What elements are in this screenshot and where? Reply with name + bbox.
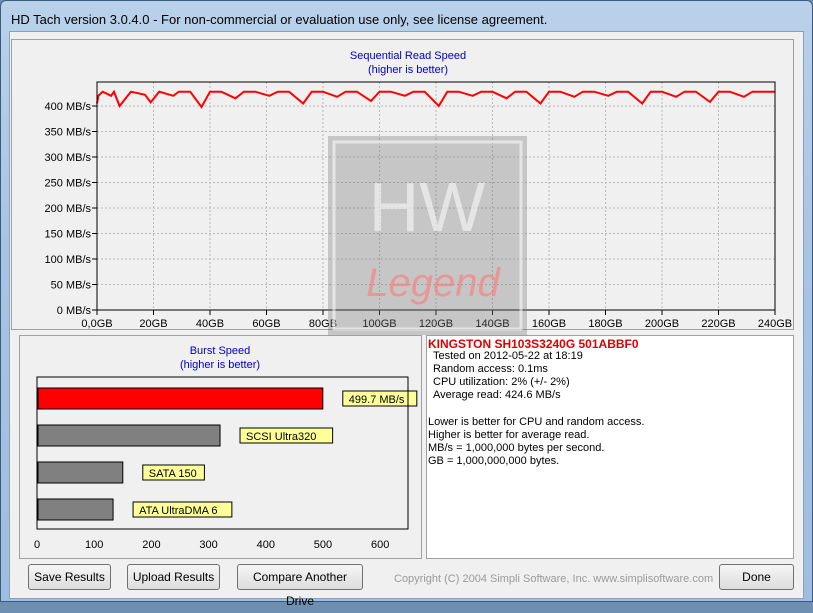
burst-x-axis: 0 100 200 300 400 500 600 xyxy=(34,539,389,551)
note-gb-def: GB = 1,000,000,000 bytes. xyxy=(428,455,560,467)
cpu-utilization: CPU utilization: 2% (+/- 2%) xyxy=(433,376,570,388)
watermark-hw: HW xyxy=(369,168,486,246)
seq-chart-subtitle: (higher is better) xyxy=(368,64,448,76)
watermark-logo: HW Legend xyxy=(332,140,523,331)
burst-speed-chart: Burst Speed (higher is better) 0 100 200 30… xyxy=(34,345,418,551)
save-results-button[interactable]: Save Results xyxy=(28,564,111,590)
seq-x-tick-label: 200GB xyxy=(645,318,679,329)
seq-x-tick-label: 180GB xyxy=(588,318,622,329)
random-access: Random access: 0.1ms xyxy=(433,363,548,375)
seq-y-tick-label: 150 MB/s xyxy=(45,229,92,241)
burst-bar xyxy=(37,498,114,521)
seq-x-tick-label: 220GB xyxy=(701,318,735,329)
seq-y-axis: 0 MB/s 50 MB/s 100 MB/s 150 MB/s 200 MB/s 250… xyxy=(45,101,92,317)
burst-chart-subtitle: (higher is better) xyxy=(180,359,260,371)
hwlegend-watermark: HW Legend xyxy=(328,136,527,335)
burst-bar-label: SATA 150 xyxy=(149,468,197,480)
burst-x-tick-label: 0 xyxy=(34,539,40,551)
burst-x-tick-label: 200 xyxy=(142,539,160,551)
seq-y-tick-label: 400 MB/s xyxy=(45,101,92,113)
burst-x-tick-label: 100 xyxy=(85,539,103,551)
seq-y-tick-label: 300 MB/s xyxy=(45,152,92,164)
app-window: HD Tach version 3.0.4.0 - For non-commer… xyxy=(0,0,813,608)
burst-bars: 499.7 MB/s SCSI Ultra320 SATA 150 ATA Ultra… xyxy=(37,387,418,521)
burst-bar-label: SCSI Ultra320 xyxy=(246,431,316,443)
seq-x-tick-label: 60GB xyxy=(252,318,280,329)
burst-bar xyxy=(37,387,324,410)
seq-y-tick-label: 50 MB/s xyxy=(51,280,92,292)
burst-x-tick-label: 400 xyxy=(257,539,275,551)
seq-x-tick-label: 240GB xyxy=(758,318,792,329)
drive-name: KINGSTON SH103S3240G 501ABBF0 xyxy=(428,337,639,351)
seq-x-tick-label: 40GB xyxy=(196,318,224,329)
average-read: Average read: 424.6 MB/s xyxy=(433,389,561,401)
note-mbs-def: MB/s = 1,000,000 bytes per second. xyxy=(428,442,605,454)
burst-chart-title: Burst Speed xyxy=(190,345,251,357)
watermark-legend: Legend xyxy=(366,261,501,305)
copyright-text: Copyright (C) 2004 Simpli Software, Inc.… xyxy=(394,573,714,585)
burst-x-tick-label: 500 xyxy=(314,539,332,551)
burst-bar xyxy=(37,461,124,484)
seq-x-tick-label: 20GB xyxy=(139,318,167,329)
burst-bar-label: ATA UltraDMA 6 xyxy=(139,505,217,517)
results-info-panel: KINGSTON SH103S3240G 501ABBF0 Tested on … xyxy=(426,335,794,559)
seq-y-tick-label: 200 MB/s xyxy=(45,203,92,215)
window-title: HD Tach version 3.0.4.0 - For non-commer… xyxy=(11,12,548,27)
burst-bar xyxy=(37,424,221,447)
note-lower-better: Lower is better for CPU and random acces… xyxy=(428,416,645,428)
seq-chart-title: Sequential Read Speed xyxy=(350,50,466,62)
seq-y-tick-label: 0 MB/s xyxy=(57,305,92,317)
burst-x-tick-label: 300 xyxy=(199,539,217,551)
seq-x-tick-label: 160GB xyxy=(532,318,566,329)
burst-speed-panel: Burst Speed (higher is better) 0 100 200 30… xyxy=(19,335,422,559)
seq-y-tick-label: 250 MB/s xyxy=(45,178,92,190)
burst-bar-label: 499.7 MB/s xyxy=(349,394,405,406)
upload-results-button[interactable]: Upload Results xyxy=(127,564,220,590)
seq-y-tick-label: 350 MB/s xyxy=(45,127,92,139)
seq-x-tick-label: 0,0GB xyxy=(81,318,112,329)
done-button[interactable]: Done xyxy=(719,564,794,590)
burst-x-tick-label: 600 xyxy=(371,539,389,551)
tested-on: Tested on 2012-05-22 at 18:19 xyxy=(433,350,583,362)
compare-another-drive-button[interactable]: Compare Another Drive xyxy=(237,564,363,608)
note-higher-better: Higher is better for average read. xyxy=(428,429,590,441)
seq-y-tick-label: 100 MB/s xyxy=(45,254,92,266)
